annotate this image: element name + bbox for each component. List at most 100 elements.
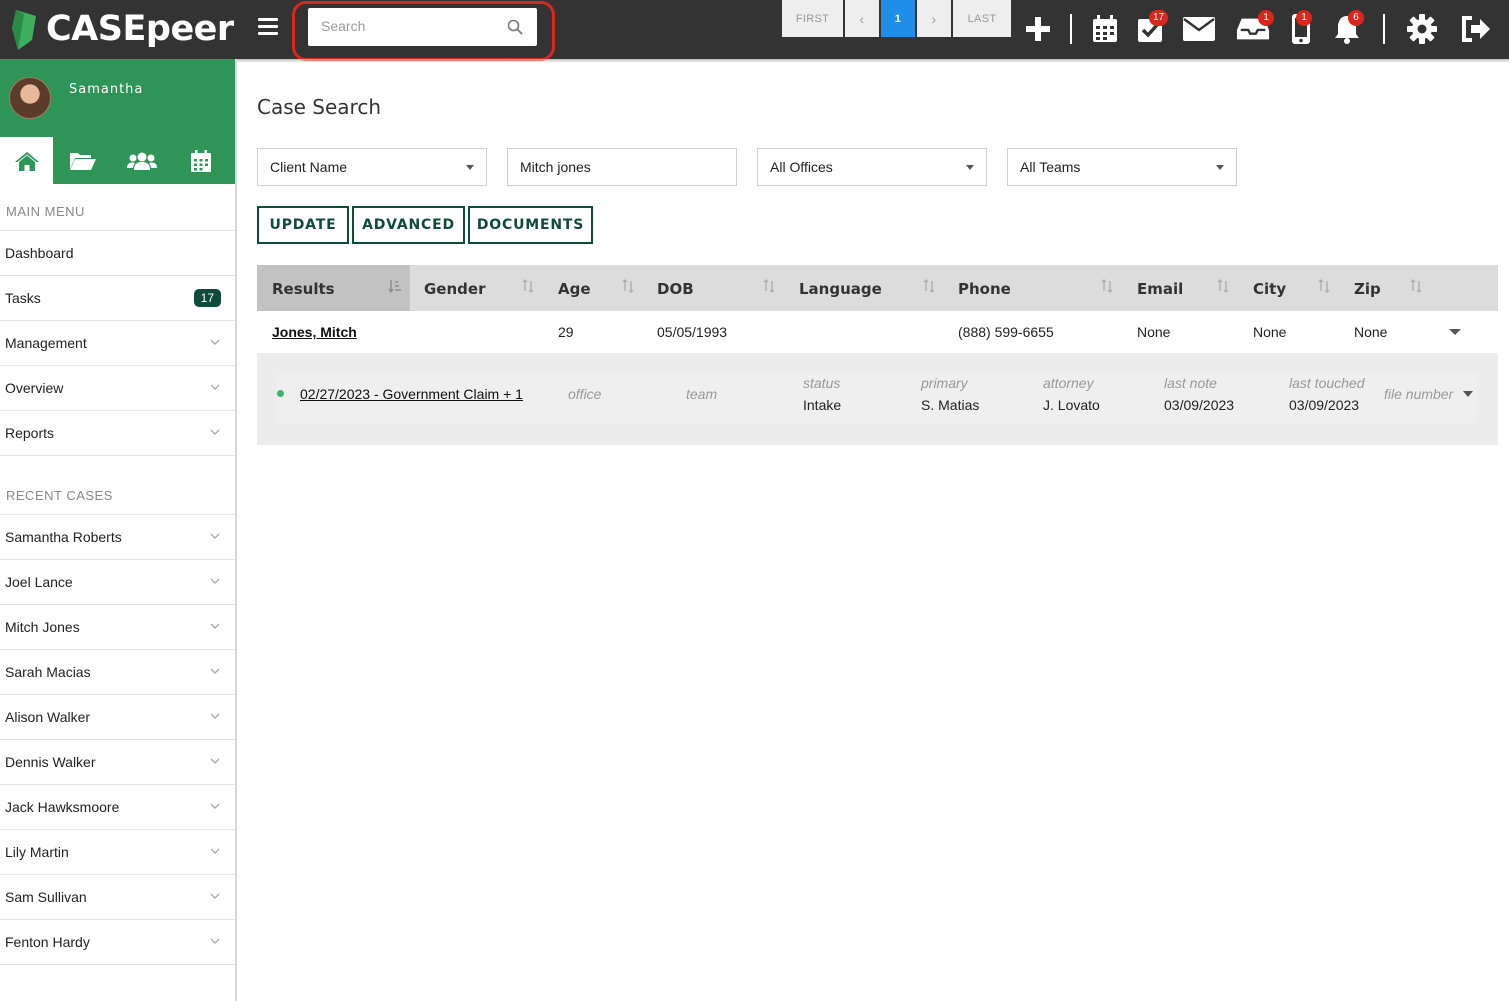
username: Samantha (69, 82, 144, 97)
search-field-select[interactable]: Client Name (257, 148, 487, 186)
recent-case-item[interactable]: Jack Hawksmoore (0, 785, 235, 830)
case-link[interactable]: 02/27/2023 - Government Claim + 1 (300, 386, 523, 402)
advanced-button[interactable]: ADVANCED (352, 206, 465, 244)
inbox-badge: 1 (1258, 10, 1274, 26)
tasks-icon[interactable]: 17 (1133, 10, 1169, 46)
sort-icon[interactable] (762, 279, 776, 293)
inbox-icon[interactable]: 1 (1236, 10, 1274, 46)
case-detail-panel: 02/27/2023 - Government Claim + 1 office… (257, 353, 1498, 445)
cell-city: None (1253, 324, 1287, 340)
results-table-header: Results Gender Age DOB Language Phone Em… (257, 265, 1498, 311)
sort-icon[interactable] (1317, 279, 1331, 293)
cell-phone: (888) 599-6655 (958, 324, 1054, 340)
chevron-down-icon (210, 578, 220, 584)
chevron-down-icon (210, 893, 220, 899)
query-value: Mitch jones (520, 159, 591, 175)
pagination-prev[interactable]: ‹ (845, 0, 879, 37)
tab-contacts[interactable] (112, 137, 171, 184)
pagination-first[interactable]: FIRST (782, 0, 843, 37)
file-number-caret-icon[interactable] (1463, 391, 1473, 397)
recent-cases-heading: RECENT CASES (0, 456, 235, 515)
chevron-down-icon (210, 758, 220, 764)
sidebar-item-dashboard[interactable]: Dashboard (0, 231, 235, 276)
recent-case-item[interactable]: Samantha Roberts (0, 515, 235, 560)
tab-calendar[interactable] (171, 137, 230, 184)
recent-case-item[interactable]: Joel Lance (0, 560, 235, 605)
page-title: Case Search (257, 95, 382, 119)
column-header-city[interactable]: City (1253, 265, 1286, 311)
office-label: office (568, 386, 602, 402)
status-label: status (803, 375, 841, 391)
sidebar: Samantha MAIN MENU Dashboard Tasks 17 Man… (0, 59, 237, 1001)
cell-email: None (1137, 324, 1171, 340)
sidebar-item-overview[interactable]: Overview (0, 366, 235, 411)
sidebar-item-management[interactable]: Management (0, 321, 235, 366)
main-menu-heading: MAIN MENU (0, 184, 235, 231)
sort-icon[interactable] (621, 279, 635, 293)
tab-cases[interactable] (53, 137, 112, 184)
recent-case-item[interactable]: Mitch Jones (0, 605, 235, 650)
tasks-badge: 17 (1149, 10, 1169, 26)
recent-case-item[interactable]: Lily Martin (0, 830, 235, 875)
column-header-age[interactable]: Age (558, 265, 591, 311)
column-label: City (1253, 280, 1287, 298)
mail-icon[interactable] (1182, 12, 1216, 46)
last-note-label: last note (1164, 375, 1217, 391)
hamburger-menu-icon[interactable] (258, 18, 278, 36)
column-header-email[interactable]: Email (1137, 265, 1183, 311)
offices-select[interactable]: All Offices (757, 148, 987, 186)
column-header-phone[interactable]: Phone (958, 265, 1011, 311)
add-icon[interactable] (1021, 12, 1055, 46)
last-touched-value: 03/09/2023 (1289, 397, 1360, 413)
sort-icon[interactable] (1409, 279, 1423, 293)
calendar-icon[interactable] (1088, 12, 1122, 46)
search-input[interactable] (321, 8, 511, 44)
recent-case-item[interactable]: Dennis Walker (0, 740, 235, 785)
chevron-down-icon (210, 668, 220, 674)
recent-case-label: Fenton Hardy (5, 934, 90, 950)
primary-value: S. Matias (921, 397, 980, 413)
pagination-next[interactable]: › (917, 0, 951, 37)
pagination-last[interactable]: LAST (953, 0, 1011, 37)
sidebar-item-label: Management (5, 335, 87, 351)
column-header-gender[interactable]: Gender (424, 265, 485, 311)
sidebar-item-tasks[interactable]: Tasks 17 (0, 276, 235, 321)
user-profile: Samantha (0, 59, 235, 137)
recent-case-item[interactable]: Alison Walker (0, 695, 235, 740)
avatar[interactable] (9, 77, 51, 119)
client-name-input[interactable]: Mitch jones (507, 148, 737, 186)
recent-case-item[interactable]: Sam Sullivan (0, 875, 235, 920)
sort-icon[interactable] (521, 279, 535, 293)
bell-icon[interactable]: 6 (1330, 10, 1364, 46)
logout-icon[interactable] (1459, 12, 1493, 46)
chevron-down-icon (210, 713, 220, 719)
chevron-down-icon (210, 384, 220, 390)
tasks-count-badge: 17 (193, 289, 221, 307)
tab-home[interactable] (0, 137, 53, 184)
status-dot-icon (277, 390, 284, 397)
recent-case-item[interactable]: Sarah Macias (0, 650, 235, 695)
phone-icon[interactable]: 1 (1284, 10, 1318, 46)
chevron-down-icon (210, 803, 220, 809)
sidebar-item-label: Reports (5, 425, 55, 441)
documents-button[interactable]: DOCUMENTS (468, 206, 593, 244)
app-logo[interactable]: CASEpeer (10, 4, 234, 54)
sidebar-item-reports[interactable]: Reports (0, 411, 235, 456)
sort-icon[interactable] (1216, 279, 1230, 293)
settings-gear-icon[interactable] (1405, 12, 1439, 46)
recent-case-label: Sam Sullivan (5, 889, 87, 905)
pagination-page-current[interactable]: 1 (881, 0, 915, 37)
sort-icon[interactable] (922, 279, 936, 293)
sort-icon[interactable] (1100, 279, 1114, 293)
teams-select[interactable]: All Teams (1007, 148, 1237, 186)
column-header-zip[interactable]: Zip (1354, 265, 1381, 311)
column-header-results[interactable]: Results (257, 265, 410, 311)
search-icon[interactable] (507, 19, 523, 35)
column-header-language[interactable]: Language (799, 265, 882, 311)
recent-case-item[interactable]: Fenton Hardy (0, 920, 235, 965)
update-button[interactable]: UPDATE (257, 206, 349, 244)
expand-row-caret-icon[interactable] (1449, 329, 1461, 335)
recent-case-label: Samantha Roberts (5, 529, 122, 545)
client-name-link[interactable]: Jones, Mitch (272, 324, 357, 340)
column-header-dob[interactable]: DOB (657, 265, 694, 311)
